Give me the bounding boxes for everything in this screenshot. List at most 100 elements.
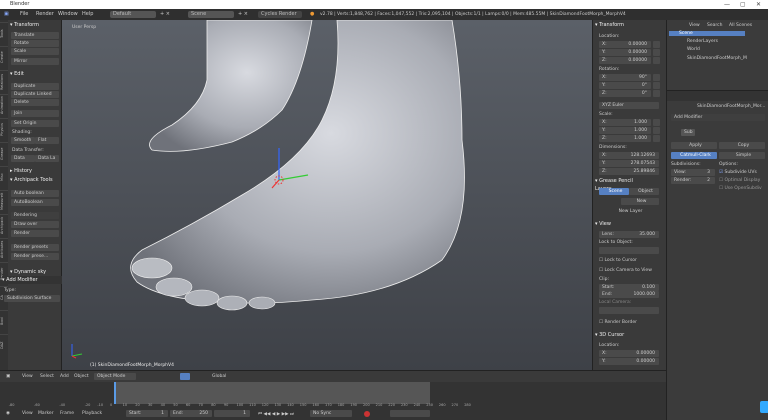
duplicate-button[interactable]: Duplicate xyxy=(11,83,59,90)
3d-cursor-header[interactable]: ▾ 3D Cursor xyxy=(595,331,645,339)
lock-icon[interactable] xyxy=(653,135,660,142)
view-panel-header[interactable]: ▾ View xyxy=(595,220,645,228)
scl-field[interactable]: Y: 1.000 xyxy=(599,127,651,134)
editor-type-icon[interactable]: ▣ xyxy=(4,9,9,20)
menu-select[interactable]: Select xyxy=(40,374,54,379)
playback-controls[interactable]: ⏮ ◀◀ ◀ ▶ ▶▶ ⏭ xyxy=(258,411,294,417)
translate-button[interactable]: Translate xyxy=(11,32,59,39)
lock-icon[interactable] xyxy=(653,90,660,97)
delete-button[interactable]: Delete xyxy=(11,99,59,106)
local-camera-field[interactable] xyxy=(599,307,659,314)
menu-object[interactable]: Object xyxy=(74,374,89,379)
sync-select[interactable]: No Sync xyxy=(310,410,352,417)
tool-tab[interactable]: MeasureIt xyxy=(0,190,8,212)
menu-render[interactable]: Render xyxy=(36,9,54,20)
scene-tab[interactable]: Scene xyxy=(599,188,629,195)
maximize-button[interactable]: ▢ xyxy=(740,0,746,9)
outliner-view-menu[interactable]: View xyxy=(689,23,700,28)
layout-select[interactable]: Default xyxy=(110,11,156,18)
scl-field[interactable]: X: 1.000 xyxy=(599,119,651,126)
tool-tab[interactable]: Relations xyxy=(0,70,8,92)
manipulator-toggle[interactable] xyxy=(180,373,190,380)
modifier-name-field[interactable]: Sub xyxy=(681,129,695,136)
panel-history-header[interactable]: ▸ History xyxy=(10,167,60,175)
render-presets-button[interactable]: Render presets xyxy=(11,244,59,251)
new-layer-button[interactable]: New Layer xyxy=(599,208,659,215)
render-engine-select[interactable]: Cycles Render xyxy=(258,11,302,18)
lock-icon[interactable] xyxy=(653,82,660,89)
view-levels-field[interactable]: View: 3 xyxy=(671,169,715,176)
loc-field[interactable]: Z: 0.00000 xyxy=(599,57,651,64)
timeline[interactable]: -80 -60 -40 -20 -10 0 10 20 30 40 50 60 70 80 90 100 110… xyxy=(0,382,666,408)
menu-file[interactable]: File xyxy=(20,9,28,20)
render-preset-button[interactable]: Render prese... xyxy=(11,253,59,260)
outliner-item-object[interactable]: SkinDiamondFootMorph_M xyxy=(687,56,747,61)
end-frame-field[interactable]: End: 250 xyxy=(170,410,212,417)
lock-icon[interactable] xyxy=(653,41,660,48)
overlay-app-icon[interactable] xyxy=(760,401,768,413)
tool-tab[interactable]: Attributes xyxy=(0,238,8,260)
menu-help[interactable]: Help xyxy=(82,9,93,20)
simple-button[interactable]: Simple xyxy=(719,152,765,159)
object-tab[interactable]: Object xyxy=(629,188,659,195)
lock-icon[interactable] xyxy=(653,57,660,64)
panel-dynamic-sky-header[interactable]: ▾ Dynamic sky xyxy=(10,268,60,276)
panel-transform-header[interactable]: ▾ Transform xyxy=(10,21,60,29)
lens-field[interactable]: Lens: 35.000 xyxy=(599,231,659,238)
lock-icon[interactable] xyxy=(653,74,660,81)
keying-set-field[interactable] xyxy=(390,410,430,417)
orientation-select[interactable]: Global xyxy=(212,374,226,379)
scl-field[interactable]: Z: 1.000 xyxy=(599,135,651,142)
mirror-button[interactable]: Mirror xyxy=(11,58,59,65)
duplicate-linked-button[interactable]: Duplicate Linked xyxy=(11,91,59,98)
menu-frame[interactable]: Frame xyxy=(60,411,74,416)
foot-mesh[interactable] xyxy=(62,20,592,370)
panel-edit-header[interactable]: ▾ Edit xyxy=(10,70,60,78)
outliner-item-scene[interactable]: Scene xyxy=(669,31,745,36)
tool-tab[interactable]: Physics xyxy=(0,118,8,140)
start-frame-field[interactable]: Start: 1 xyxy=(126,410,168,417)
rotation-mode-select[interactable]: XYZ Euler xyxy=(599,102,659,109)
new-gp-button[interactable]: New xyxy=(621,198,659,205)
tool-tab[interactable]: Misc xyxy=(0,166,8,188)
menu-marker[interactable]: Marker xyxy=(38,411,54,416)
apply-button[interactable]: Apply xyxy=(671,142,717,149)
subdivide-uvs-checkbox[interactable]: ☑ Subdivide UVs xyxy=(719,170,757,175)
tool-tab[interactable]: Archipack xyxy=(0,214,8,236)
tool-tab[interactable]: Animation xyxy=(0,94,8,116)
tool-tab[interactable]: Bool xyxy=(0,310,8,332)
add-modifier-select[interactable]: Add Modifier xyxy=(671,114,765,121)
dim-field[interactable]: Y: 278.07543 xyxy=(599,160,659,167)
scene-select[interactable]: Scene xyxy=(188,11,234,18)
loc-field[interactable]: Y: 0.00000 xyxy=(599,49,651,56)
lock-cursor-checkbox[interactable]: ☐ Lock to Cursor xyxy=(599,258,637,263)
lock-object-field[interactable] xyxy=(599,247,659,254)
flat-button[interactable]: Flat xyxy=(35,137,59,144)
modifier-type-select[interactable]: Subdivision Surface xyxy=(4,295,60,302)
use-opensubdiv-checkbox[interactable]: ☐ Use OpenSubdiv xyxy=(719,186,762,191)
menu-playback[interactable]: Playback xyxy=(82,411,102,416)
dim-field[interactable]: Z: 25.89846 xyxy=(599,168,659,175)
grease-pencil-header[interactable]: ▾ Grease Pencil Layers xyxy=(595,177,645,192)
scale-button[interactable]: Scale xyxy=(11,48,59,55)
current-frame-indicator[interactable] xyxy=(114,382,116,404)
smooth-button[interactable]: Smooth xyxy=(11,137,35,144)
data-button[interactable]: Data xyxy=(11,155,35,162)
tool-tab[interactable]: Create xyxy=(0,46,8,68)
loc-field[interactable]: X: 0.00000 xyxy=(599,41,651,48)
dim-field[interactable]: X: 128.12693 xyxy=(599,152,659,159)
data-layout-button[interactable]: Data La xyxy=(35,155,59,162)
draw-over-button[interactable]: Draw over xyxy=(11,221,59,228)
tool-tab[interactable]: Tools xyxy=(0,22,8,44)
add-modifier-header[interactable]: ▾ Add Modifier xyxy=(2,276,62,284)
outliner-search-menu[interactable]: Search xyxy=(707,23,722,28)
add-layout-icon[interactable]: + × xyxy=(160,9,170,20)
editor-type-icon[interactable]: ▣ xyxy=(6,374,10,379)
cur-field[interactable]: X: 0.00000 xyxy=(599,350,659,357)
editor-type-icon[interactable]: ◉ xyxy=(6,411,10,416)
menu-view[interactable]: View xyxy=(22,411,33,416)
render-button[interactable]: Render xyxy=(11,230,59,237)
set-origin-button[interactable]: Set Origin xyxy=(11,120,59,127)
optimal-display-checkbox[interactable]: ☐ Optimal Display xyxy=(719,178,760,183)
outliner-item-renderlayers[interactable]: RenderLayers xyxy=(687,39,718,44)
